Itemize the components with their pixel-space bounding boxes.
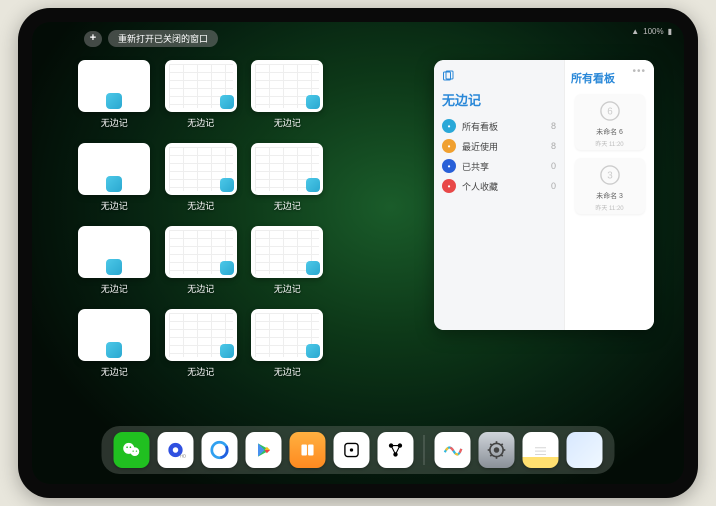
window-thumb[interactable] <box>165 309 237 361</box>
window-thumb[interactable] <box>78 60 150 112</box>
count-badge: 0 <box>551 161 556 171</box>
category-icon: • <box>442 119 456 133</box>
thumb-cell: 无边记 <box>78 226 151 295</box>
thumb-grid: 无边记无边记无边记无边记无边记无边记无边记无边记无边记无边记无边记无边记 <box>78 60 410 422</box>
thumb-cell: 无边记 <box>251 143 324 212</box>
panel-title: 无边记 <box>442 90 556 109</box>
board-card[interactable]: 6 未命名 6 昨天 11:20 <box>575 94 645 150</box>
thumb-label: 无边记 <box>101 365 128 378</box>
ipad-frame: ▲ 100% ▮ + 重新打开已关闭的窗口 无边记无边记无边记无边记无边记无边记… <box>18 8 698 498</box>
panel-cards: 6 未命名 6 昨天 11:20 3 未命名 3 昨天 11:20 <box>575 94 645 214</box>
thumb-label: 无边记 <box>101 282 128 295</box>
app-dice[interactable] <box>334 432 370 468</box>
thumb-cell: 无边记 <box>78 60 151 129</box>
sidebar-item-label: 已共享 <box>462 160 489 173</box>
thumb-label: 无边记 <box>187 199 214 212</box>
thumb-label: 无边记 <box>274 282 301 295</box>
panel-right-title: 所有看板 <box>571 70 615 86</box>
window-thumb[interactable] <box>78 309 150 361</box>
card-sublabel: 昨天 11:20 <box>595 203 623 212</box>
window-thumb[interactable] <box>251 309 323 361</box>
window-thumb[interactable] <box>251 60 323 112</box>
new-window-button[interactable]: + <box>84 31 102 47</box>
svg-text:6: 6 <box>607 106 613 117</box>
window-thumb[interactable] <box>78 226 150 278</box>
app-settings[interactable] <box>479 432 515 468</box>
sidebar-item[interactable]: • 最近使用 8 <box>442 139 556 153</box>
app-play[interactable] <box>246 432 282 468</box>
thumb-cell: 无边记 <box>78 309 151 378</box>
count-badge: 8 <box>551 121 556 131</box>
thumb-label: 无边记 <box>101 116 128 129</box>
sidebar-item[interactable]: • 已共享 0 <box>442 159 556 173</box>
thumb-cell: 无边记 <box>165 60 238 129</box>
panel-right: 所有看板 6 未命名 6 昨天 11:20 3 未命名 3 昨天 11:20 <box>564 60 654 330</box>
thumb-cell: 无边记 <box>251 309 324 378</box>
app-notes[interactable] <box>523 432 559 468</box>
screen: ▲ 100% ▮ + 重新打开已关闭的窗口 无边记无边记无边记无边记无边记无边记… <box>32 22 684 484</box>
dock-separator <box>424 435 425 465</box>
panel-header-icon <box>442 70 556 82</box>
card-label: 未命名 3 <box>596 191 623 201</box>
svg-text:HD: HD <box>180 454 186 459</box>
count-badge: 8 <box>551 141 556 151</box>
dock: HD <box>102 426 615 474</box>
freeform-panel[interactable]: ••• 无边记 • 所有看板 8 • 最近使用 8 • 已共享 0 • 个人收藏 0 所有看板 6 未命… <box>434 60 654 330</box>
thumb-label: 无边记 <box>187 365 214 378</box>
app-graph[interactable] <box>378 432 414 468</box>
thumb-label: 无边记 <box>274 116 301 129</box>
card-sublabel: 昨天 11:20 <box>595 139 623 148</box>
reopen-closed-button[interactable]: 重新打开已关闭的窗口 <box>108 30 218 47</box>
window-thumb[interactable] <box>251 226 323 278</box>
app-freeform[interactable] <box>435 432 471 468</box>
window-thumb[interactable] <box>165 226 237 278</box>
app-qqb[interactable] <box>202 432 238 468</box>
app-books[interactable] <box>290 432 326 468</box>
board-card[interactable]: 3 未命名 3 昨天 11:20 <box>575 158 645 214</box>
battery-icon: ▮ <box>668 27 672 36</box>
count-badge: 0 <box>551 181 556 191</box>
svg-text:3: 3 <box>607 170 613 181</box>
app-wechat[interactable] <box>114 432 150 468</box>
thumb-label: 无边记 <box>187 282 214 295</box>
sidebar-item[interactable]: • 个人收藏 0 <box>442 179 556 193</box>
wifi-icon: ▲ <box>631 27 639 36</box>
thumb-cell: 无边记 <box>251 60 324 129</box>
window-thumb[interactable] <box>78 143 150 195</box>
thumb-label: 无边记 <box>101 199 128 212</box>
sidebar-item-label: 个人收藏 <box>462 180 498 193</box>
top-controls: + 重新打开已关闭的窗口 <box>84 30 218 47</box>
category-icon: • <box>442 159 456 173</box>
sidebar-item[interactable]: • 所有看板 8 <box>442 119 556 133</box>
battery-label: 100% <box>643 27 663 36</box>
category-icon: • <box>442 179 456 193</box>
thumb-label: 无边记 <box>274 199 301 212</box>
panel-left: 无边记 • 所有看板 8 • 最近使用 8 • 已共享 0 • 个人收藏 0 <box>434 60 564 330</box>
window-thumb[interactable] <box>165 143 237 195</box>
workspace: 无边记无边记无边记无边记无边记无边记无边记无边记无边记无边记无边记无边记 •••… <box>78 60 654 422</box>
category-icon: • <box>442 139 456 153</box>
thumb-cell: 无边记 <box>251 226 324 295</box>
window-thumb[interactable] <box>165 60 237 112</box>
thumb-label: 无边记 <box>274 365 301 378</box>
sidebar-item-label: 所有看板 <box>462 120 498 133</box>
thumb-cell: 无边记 <box>165 226 238 295</box>
thumb-cell: 无边记 <box>78 143 151 212</box>
thumb-cell: 无边记 <box>165 143 238 212</box>
thumb-label: 无边记 <box>187 116 214 129</box>
panel-rows: • 所有看板 8 • 最近使用 8 • 已共享 0 • 个人收藏 0 <box>442 119 556 193</box>
app-library[interactable] <box>567 432 603 468</box>
thumb-cell: 无边记 <box>165 309 238 378</box>
app-quark[interactable]: HD <box>158 432 194 468</box>
window-thumb[interactable] <box>251 143 323 195</box>
card-label: 未命名 6 <box>596 127 623 137</box>
more-icon[interactable]: ••• <box>632 66 646 77</box>
sidebar-item-label: 最近使用 <box>462 140 498 153</box>
